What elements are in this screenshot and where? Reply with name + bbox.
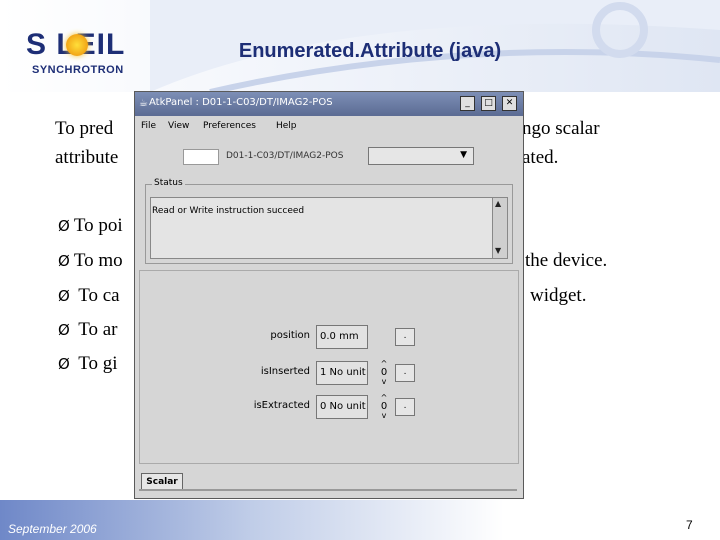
status-title: Status [152, 178, 185, 188]
isextracted-set-button[interactable]: . [395, 398, 415, 416]
body-line-2: attribute [55, 147, 119, 168]
close-button[interactable]: ✕ [502, 96, 517, 111]
spinner-down-icon[interactable]: v [378, 411, 390, 420]
tab-strip-divider [139, 489, 517, 491]
java-cup-icon: ☕ [139, 98, 148, 109]
scroll-up-icon[interactable]: ▲ [495, 199, 501, 208]
menu-help[interactable]: Help [276, 121, 297, 131]
isextracted-spinner-value: 0 [380, 401, 388, 412]
menu-preferences[interactable]: Preferences [203, 121, 256, 131]
logo-subtitle: SYNCHROTRON [32, 64, 124, 76]
footer-date: September 2006 [8, 522, 97, 536]
menu-bar: File View Preferences Help [135, 119, 523, 135]
position-set-button[interactable]: . [395, 328, 415, 346]
chevron-down-icon: ▼ [460, 150, 467, 160]
device-section: D01-1-C03/DT/IMAG2-POS ▼ [135, 136, 523, 176]
body-fragment-3: the device. [525, 250, 608, 271]
page-number: 7 [686, 518, 693, 532]
atkpanel-window: ☕ AtkPanel : D01-1-C03/DT/IMAG2-POS _ □ … [134, 91, 524, 499]
device-state-indicator [183, 149, 219, 165]
isinserted-set-button[interactable]: . [395, 364, 415, 382]
bullet-arrow-icon: Ø [58, 252, 70, 270]
tab-scalar[interactable]: Scalar [141, 473, 183, 490]
position-value: 0.0 mm [316, 325, 368, 349]
menu-file[interactable]: File [141, 121, 156, 131]
isinserted-spinner[interactable]: ^ 0 v [378, 359, 390, 389]
bullet-arrow-icon: Ø [58, 287, 70, 305]
scalar-properties-panel: position 0.0 mm . isInserted 1 No unit ^… [139, 270, 519, 464]
sun-icon [66, 34, 88, 56]
body-line-3: Ø To poi [58, 215, 123, 236]
isinserted-label: isInserted [260, 366, 310, 377]
minimize-button[interactable]: _ [460, 96, 475, 111]
window-titlebar[interactable]: ☕ AtkPanel : D01-1-C03/DT/IMAG2-POS _ □ … [135, 92, 523, 116]
body-fragment-4: widget. [530, 285, 587, 306]
body-line-5: Ø To ca [58, 285, 120, 306]
device-combo[interactable]: ▼ [368, 147, 474, 165]
scroll-down-icon[interactable]: ▼ [495, 246, 501, 255]
status-textarea[interactable]: Read or Write instruction succeed ▲ ▼ [150, 197, 508, 259]
isinserted-value: 1 No unit [316, 361, 368, 385]
maximize-button[interactable]: □ [481, 96, 496, 111]
footer-bar [0, 500, 720, 540]
isinserted-spinner-value: 0 [380, 367, 388, 378]
position-label: position [270, 330, 310, 341]
body-line-7: Ø To gi [58, 353, 118, 374]
bullet-arrow-icon: Ø [58, 355, 70, 373]
menu-view[interactable]: View [168, 121, 189, 131]
body-line-4: Ø To mo [58, 250, 123, 271]
status-panel: Status Read or Write instruction succeed… [145, 178, 513, 264]
isextracted-value: 0 No unit [316, 395, 368, 419]
device-name-label: D01-1-C03/DT/IMAG2-POS [226, 151, 344, 161]
bullet-arrow-icon: Ø [58, 217, 70, 235]
isextracted-label: isExtracted [253, 400, 310, 411]
slide-title: Enumerated.Attribute (java) [238, 40, 502, 62]
spinner-down-icon[interactable]: v [378, 377, 390, 386]
status-scrollbar[interactable]: ▲ ▼ [492, 198, 507, 258]
body-line-1: To pred [55, 118, 114, 139]
slide-header: S LEIL SYNCHROTRON Enumerated.Attribute … [0, 0, 720, 92]
isextracted-spinner[interactable]: ^ 0 v [378, 393, 390, 423]
status-message: Read or Write instruction succeed [152, 206, 305, 216]
body-line-6: Ø To ar [58, 319, 118, 340]
body-fragment-2: ated. [522, 147, 559, 168]
soleil-logo: S LEIL SYNCHROTRON [26, 28, 146, 78]
body-fragment-1: ngo scalar [522, 118, 600, 139]
bullet-arrow-icon: Ø [58, 321, 70, 339]
window-title: AtkPanel : D01-1-C03/DT/IMAG2-POS [149, 97, 333, 108]
